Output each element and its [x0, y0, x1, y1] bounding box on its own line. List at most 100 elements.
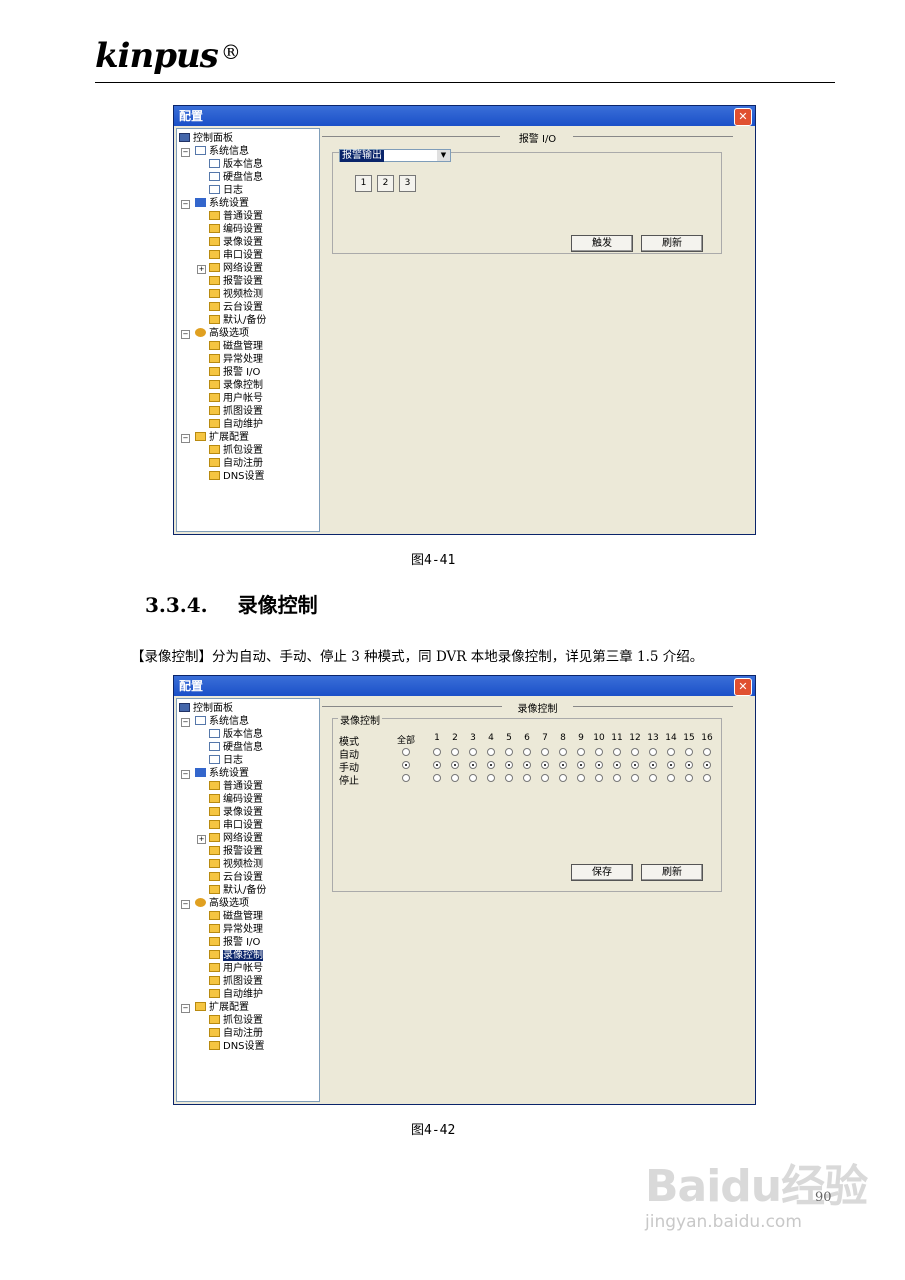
radio-channel[interactable]	[523, 774, 531, 782]
radio-channel[interactable]	[631, 761, 639, 769]
tree-item-13[interactable]: 云台设置	[209, 871, 263, 884]
tree-item-7[interactable]: 编码设置	[209, 793, 263, 806]
radio-all[interactable]	[402, 761, 410, 769]
radio-channel[interactable]	[487, 748, 495, 756]
tree-item-12[interactable]: 视频检测	[209, 288, 263, 301]
tree-item-0[interactable]: 控制面板	[179, 702, 233, 715]
radio-channel[interactable]	[703, 748, 711, 756]
tree-item-11[interactable]: 报警设置	[209, 275, 263, 288]
tree-item-11[interactable]: 报警设置	[209, 845, 263, 858]
tree-item-0[interactable]: 控制面板	[179, 132, 233, 145]
radio-channel[interactable]	[685, 774, 693, 782]
radio-channel[interactable]	[433, 761, 441, 769]
save-button[interactable]: 保存	[571, 864, 633, 881]
tree-expander-icon[interactable]: −	[181, 718, 190, 727]
radio-channel[interactable]	[613, 774, 621, 782]
radio-channel[interactable]	[595, 761, 603, 769]
tree-item-18[interactable]: 报警 I/O	[209, 936, 260, 949]
radio-channel[interactable]	[595, 774, 603, 782]
tree-item-17[interactable]: 异常处理	[209, 923, 263, 936]
tree-item-5[interactable]: 系统设置	[195, 197, 249, 210]
alarm-output-button-2[interactable]: 2	[377, 175, 394, 192]
tree-item-12[interactable]: 视频检测	[209, 858, 263, 871]
close-button[interactable]: ✕	[734, 108, 752, 126]
tree-item-21[interactable]: 抓图设置	[209, 975, 263, 988]
tree-item-17[interactable]: 异常处理	[209, 353, 263, 366]
tree-expander-icon[interactable]: −	[181, 900, 190, 909]
radio-channel[interactable]	[469, 774, 477, 782]
alarm-type-select[interactable]: 报警输出 ▼	[339, 149, 451, 162]
tree-expander-icon[interactable]: +	[197, 265, 206, 274]
alarm-output-button-3[interactable]: 3	[399, 175, 416, 192]
close-button[interactable]: ✕	[734, 678, 752, 696]
tree-expander-icon[interactable]: −	[181, 330, 190, 339]
chevron-down-icon[interactable]: ▼	[437, 150, 450, 161]
tree-item-26[interactable]: DNS设置	[209, 470, 265, 483]
radio-channel[interactable]	[559, 761, 567, 769]
refresh-button[interactable]: 刷新	[641, 864, 703, 881]
radio-channel[interactable]	[649, 761, 657, 769]
radio-channel[interactable]	[451, 761, 459, 769]
radio-channel[interactable]	[505, 761, 513, 769]
tree-item-23[interactable]: 扩展配置	[195, 431, 249, 444]
tree-item-1[interactable]: 系统信息	[195, 715, 249, 728]
tree-item-22[interactable]: 自动维护	[209, 988, 263, 1001]
tree-item-10[interactable]: 网络设置	[209, 262, 263, 275]
tree-item-4[interactable]: 日志	[209, 184, 243, 197]
radio-channel[interactable]	[433, 748, 441, 756]
radio-channel[interactable]	[559, 748, 567, 756]
radio-channel[interactable]	[613, 761, 621, 769]
tree-item-23[interactable]: 扩展配置	[195, 1001, 249, 1014]
tree-item-6[interactable]: 普通设置	[209, 210, 263, 223]
tree-item-13[interactable]: 云台设置	[209, 301, 263, 314]
radio-channel[interactable]	[559, 774, 567, 782]
radio-all[interactable]	[402, 774, 410, 782]
tree-expander-icon[interactable]: +	[197, 835, 206, 844]
radio-channel[interactable]	[523, 761, 531, 769]
radio-channel[interactable]	[487, 761, 495, 769]
radio-channel[interactable]	[649, 748, 657, 756]
radio-channel[interactable]	[451, 774, 459, 782]
tree-item-20[interactable]: 用户帐号	[209, 392, 263, 405]
radio-channel[interactable]	[613, 748, 621, 756]
radio-channel[interactable]	[703, 774, 711, 782]
tree-item-15[interactable]: 高级选项	[195, 897, 249, 910]
radio-channel[interactable]	[667, 761, 675, 769]
tree-item-7[interactable]: 编码设置	[209, 223, 263, 236]
radio-channel[interactable]	[631, 748, 639, 756]
radio-channel[interactable]	[667, 774, 675, 782]
radio-channel[interactable]	[487, 774, 495, 782]
tree-item-24[interactable]: 抓包设置	[209, 1014, 263, 1027]
radio-channel[interactable]	[541, 761, 549, 769]
radio-channel[interactable]	[523, 748, 531, 756]
tree-item-2[interactable]: 版本信息	[209, 728, 263, 741]
radio-channel[interactable]	[703, 761, 711, 769]
radio-channel[interactable]	[649, 774, 657, 782]
tree-item-18[interactable]: 报警 I/O	[209, 366, 260, 379]
radio-channel[interactable]	[577, 774, 585, 782]
tree-expander-icon[interactable]: −	[181, 1004, 190, 1013]
trigger-button[interactable]: 触发	[571, 235, 633, 252]
tree-item-25[interactable]: 自动注册	[209, 1027, 263, 1040]
tree-item-22[interactable]: 自动维护	[209, 418, 263, 431]
tree-item-21[interactable]: 抓图设置	[209, 405, 263, 418]
radio-channel[interactable]	[469, 761, 477, 769]
tree-item-3[interactable]: 硬盘信息	[209, 741, 263, 754]
radio-channel[interactable]	[577, 761, 585, 769]
radio-channel[interactable]	[541, 774, 549, 782]
tree-expander-icon[interactable]: −	[181, 148, 190, 157]
tree-item-4[interactable]: 日志	[209, 754, 243, 767]
alarm-output-button-1[interactable]: 1	[355, 175, 372, 192]
tree-expander-icon[interactable]: −	[181, 200, 190, 209]
tree-item-9[interactable]: 串口设置	[209, 819, 263, 832]
tree-expander-icon[interactable]: −	[181, 770, 190, 779]
radio-channel[interactable]	[685, 748, 693, 756]
tree-item-25[interactable]: 自动注册	[209, 457, 263, 470]
tree-item-19[interactable]: 录像控制	[209, 949, 263, 962]
tree-item-8[interactable]: 录像设置	[209, 236, 263, 249]
radio-channel[interactable]	[433, 774, 441, 782]
radio-all[interactable]	[402, 748, 410, 756]
tree-item-2[interactable]: 版本信息	[209, 158, 263, 171]
radio-channel[interactable]	[577, 748, 585, 756]
tree-item-24[interactable]: 抓包设置	[209, 444, 263, 457]
